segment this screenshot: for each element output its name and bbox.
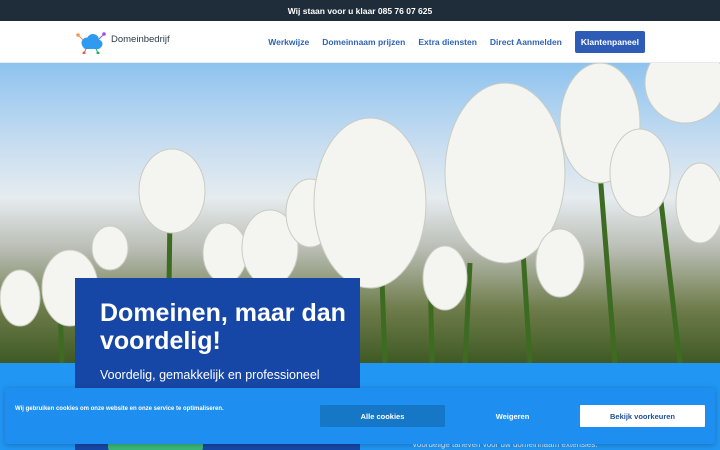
topbar-phone-text[interactable]: Wij staan voor u klaar 085 76 07 625	[288, 6, 433, 16]
cookie-message: Wij gebruiken cookies om onze website en…	[15, 406, 224, 412]
nav-item-direct-aanmelden[interactable]: Direct Aanmelden	[490, 37, 562, 47]
accept-all-cookies-button[interactable]: Alle cookies	[320, 405, 445, 427]
cloud-logo-icon	[76, 32, 106, 54]
hero-subtitle: Voordelig, gemakkelijk en professioneel	[100, 368, 320, 382]
deny-cookies-button[interactable]: Weigeren	[450, 405, 575, 427]
nav-item-domeinnaam-prijzen[interactable]: Domeinnaam prijzen	[322, 37, 405, 47]
nav-item-werkwijze[interactable]: Werkwijze	[268, 37, 309, 47]
brand-name: Domeinbedrijf	[111, 33, 170, 45]
main-nav: Werkwijze Domeinnaam prijzen Extra diens…	[268, 31, 645, 53]
hero-title: Domeinen, maar dan voordelig!	[100, 299, 346, 355]
site-header: Domeinbedrijf Werkwijze Domeinnaam prijz…	[0, 21, 720, 63]
klantenpaneel-button[interactable]: Klantenpaneel	[574, 31, 645, 53]
logo[interactable]: Domeinbedrijf	[74, 29, 194, 55]
nav-item-extra-diensten[interactable]: Extra diensten	[418, 37, 477, 47]
cookie-banner: Wij gebruiken cookies om onze website en…	[5, 388, 715, 444]
topbar: Wij staan voor u klaar 085 76 07 625	[0, 0, 720, 21]
cookie-preferences-button[interactable]: Bekijk voorkeuren	[580, 405, 705, 427]
